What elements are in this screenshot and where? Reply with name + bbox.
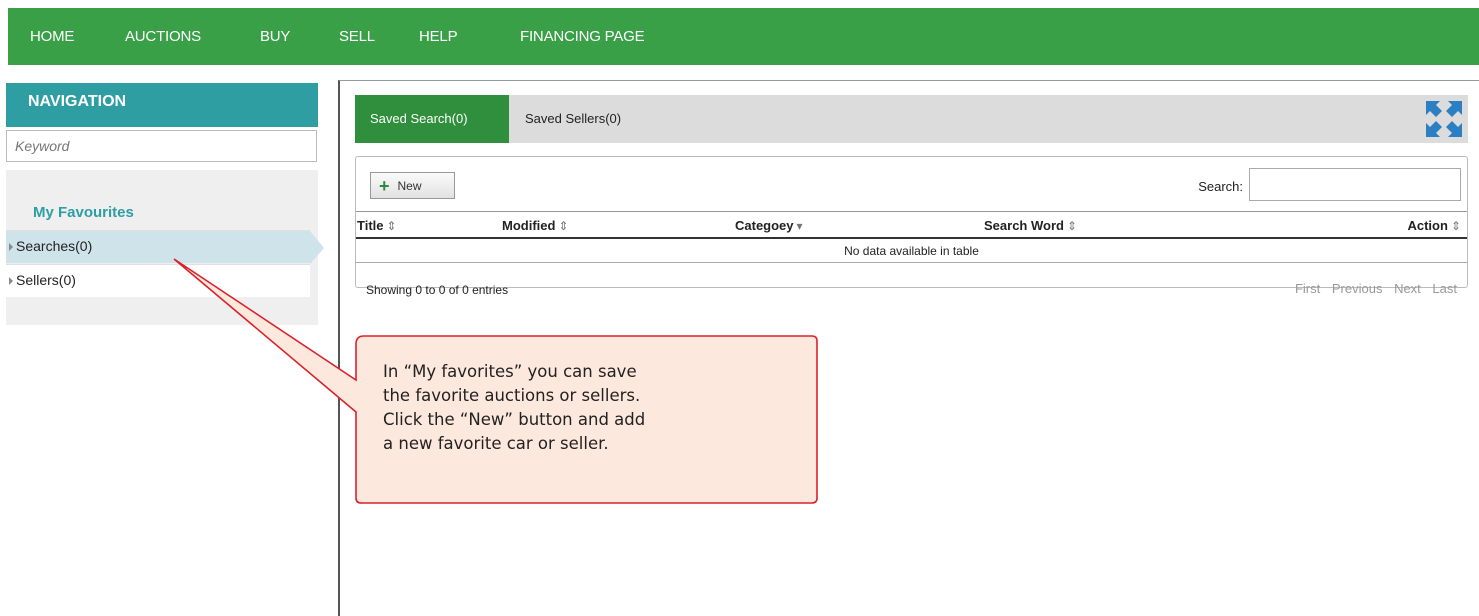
column-action[interactable]: Action ⇕ — [1407, 218, 1461, 233]
sort-arrows-icon: ⇕ — [386, 219, 397, 233]
search-label: Search: — [1198, 179, 1243, 194]
empty-table-message: No data available in table — [356, 241, 1467, 263]
sidebar-item-sellers[interactable]: Sellers(0) — [6, 264, 310, 297]
column-modified[interactable]: Modified ⇕ — [502, 218, 569, 233]
nav-home[interactable]: HOME — [30, 28, 74, 45]
pagination: First Previous Next Last — [1287, 281, 1457, 296]
sort-arrows-icon: ⇕ — [1450, 219, 1461, 233]
tab-saved-search[interactable]: Saved Search(0) — [355, 95, 509, 143]
pager-next[interactable]: Next — [1394, 281, 1421, 296]
nav-help[interactable]: HELP — [419, 28, 458, 45]
column-search-word[interactable]: Search Word ⇕ — [984, 218, 1077, 233]
sidebar: NAVIGATION My Favourites Searches(0) Sel… — [6, 83, 324, 325]
favourites-panel: My Favourites Searches(0) Sellers(0) — [6, 170, 324, 325]
nav-auctions[interactable]: AUCTIONS — [125, 28, 201, 45]
sort-arrows-icon: ⇕ — [1066, 219, 1078, 233]
callout-text: In “My favorites” you can save the favor… — [383, 360, 783, 456]
nav-sell[interactable]: SELL — [339, 28, 375, 45]
favourites-title: My Favourites — [33, 204, 134, 221]
triangle-right-icon — [9, 243, 13, 251]
pager-last[interactable]: Last — [1432, 281, 1457, 296]
column-title[interactable]: Title ⇕ — [357, 218, 397, 233]
keyword-search-input[interactable] — [6, 130, 317, 162]
top-nav-bar: HOME AUCTIONS BUY SELL HELP FINANCING PA… — [8, 8, 1479, 65]
sidebar-item-label: Searches(0) — [16, 238, 93, 254]
saved-search-table: + New Search: Title ⇕ Modified ⇕ Categoey ▾… — [355, 156, 1468, 297]
expand-arrows-icon[interactable] — [1424, 99, 1464, 139]
callout-line: the favorite auctions or sellers. — [383, 386, 641, 405]
sidebar-item-searches[interactable]: Searches(0) — [6, 230, 324, 264]
tab-saved-sellers[interactable]: Saved Sellers(0) — [525, 95, 621, 143]
callout-line: Click the “New” button and add — [383, 410, 646, 429]
callout-line: In “My favorites” you can save — [383, 362, 637, 381]
pager-previous[interactable]: Previous — [1332, 281, 1383, 296]
pager-first[interactable]: First — [1295, 281, 1320, 296]
triangle-right-icon — [9, 277, 13, 285]
table-search-input[interactable] — [1249, 168, 1461, 201]
plus-icon: + — [379, 175, 390, 196]
sort-down-icon: ▾ — [796, 219, 803, 233]
tab-bar: Saved Search(0) Saved Sellers(0) — [355, 95, 1468, 143]
column-category[interactable]: Categoey ▾ — [735, 218, 803, 233]
sidebar-header: NAVIGATION — [6, 83, 318, 127]
table-info: Showing 0 to 0 of 0 entries — [366, 283, 509, 297]
new-button[interactable]: + New — [370, 172, 455, 199]
callout-line: a new favorite car or seller. — [383, 434, 609, 453]
table-header: Title ⇕ Modified ⇕ Categoey ▾ Search Word ⇕ … — [356, 211, 1467, 239]
main-panel: Saved Search(0) Saved Sellers(0) + New S… — [338, 80, 1479, 616]
sort-arrows-icon: ⇕ — [558, 219, 569, 233]
nav-financing-page[interactable]: FINANCING PAGE — [520, 28, 645, 45]
nav-buy[interactable]: BUY — [260, 28, 290, 45]
sidebar-item-label: Sellers(0) — [16, 272, 76, 288]
new-button-label: New — [397, 178, 422, 193]
